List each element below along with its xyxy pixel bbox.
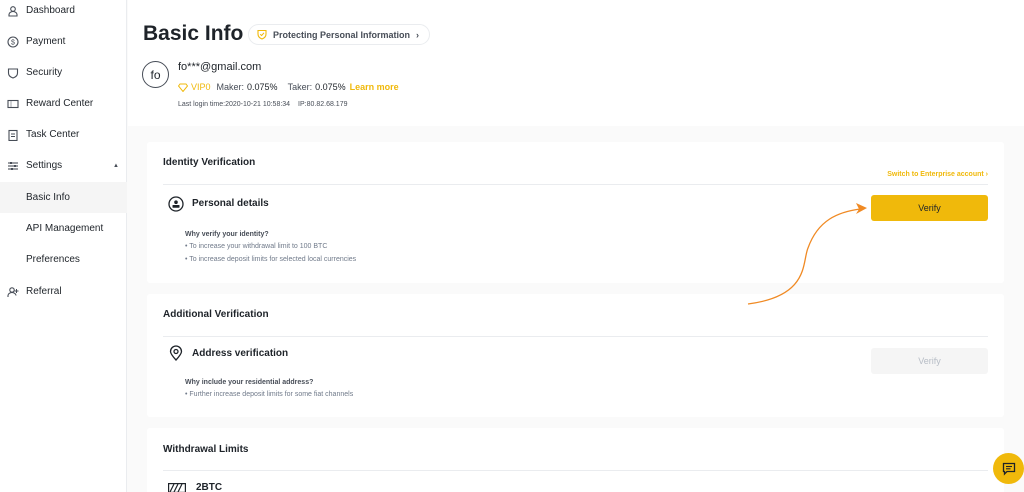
- sidebar-item-label: Preferences: [26, 254, 80, 265]
- switch-enterprise-link[interactable]: Switch to Enterprise account ›: [887, 171, 988, 178]
- sidebar-item-api-management[interactable]: API Management: [0, 213, 127, 244]
- verify-address-button[interactable]: Verify: [871, 348, 988, 374]
- withdrawal-limits-card: Withdrawal Limits 2BTC: [147, 428, 1004, 492]
- benefit-item: • To increase your withdrawal limit to 1…: [185, 243, 328, 250]
- benefit-item: • To increase deposit limits for selecte…: [185, 256, 357, 263]
- dollar-icon: $: [7, 35, 19, 48]
- ticket-icon: [7, 98, 19, 110]
- sidebar-item-referral[interactable]: Referral: [0, 276, 127, 307]
- divider: [163, 336, 988, 337]
- sidebar-item-preferences[interactable]: Preferences: [0, 244, 127, 275]
- personal-details-title: Personal details: [192, 198, 269, 209]
- sidebar-item-label: Task Center: [26, 129, 80, 140]
- sidebar-item-payment[interactable]: $ Payment: [0, 26, 127, 57]
- vip-level: VIP0: [191, 82, 211, 92]
- add-user-icon: [7, 286, 19, 298]
- shield-icon: [7, 67, 19, 79]
- id-card-icon: [168, 196, 184, 212]
- verify-identity-button[interactable]: Verify: [871, 195, 988, 221]
- additional-verification-card: Additional Verification Address verifica…: [147, 294, 1004, 417]
- sidebar-item-label: Payment: [26, 36, 66, 47]
- card-title: Additional Verification: [163, 309, 269, 320]
- chevron-right-icon: ›: [416, 29, 420, 40]
- limit-bar-icon: [168, 483, 186, 492]
- why-verify-heading: Why verify your identity?: [185, 231, 269, 238]
- sidebar-item-task-center[interactable]: Task Center: [0, 119, 127, 150]
- card-title: Withdrawal Limits: [163, 444, 249, 455]
- identity-verification-card: Identity Verification Switch to Enterpri…: [147, 142, 1004, 283]
- sidebar-item-label: Referral: [26, 286, 62, 297]
- chevron-up-icon: ▲: [113, 162, 119, 169]
- account-email: fo***@gmail.com: [178, 61, 262, 73]
- profile-header: Basic Info Protecting Personal Informati…: [128, 0, 1024, 126]
- sidebar-item-label: Settings: [26, 160, 63, 171]
- fee-info: VIP0 Maker: 0.075% Taker: 0.075% Learn m…: [178, 82, 399, 92]
- sidebar-item-label: API Management: [26, 223, 104, 234]
- protecting-info-label: Protecting Personal Information: [273, 29, 411, 40]
- sidebar-item-label: Reward Center: [26, 98, 94, 109]
- sidebar-item-settings[interactable]: Settings ▲: [0, 150, 127, 181]
- sidebar-item-label: Dashboard: [26, 5, 75, 16]
- sidebar-item-dashboard[interactable]: Dashboard: [0, 0, 127, 26]
- sliders-icon: [7, 160, 19, 172]
- sidebar-item-basic-info[interactable]: Basic Info: [0, 182, 127, 213]
- maker-fee: 0.075%: [247, 82, 278, 92]
- last-login-info: Last login time:2020-10-21 10:58:34 IP:8…: [178, 101, 347, 108]
- last-login-time: Last login time:2020-10-21 10:58:34: [178, 101, 291, 108]
- location-pin-icon: [169, 345, 183, 361]
- divider: [163, 184, 988, 185]
- shield-check-icon: [257, 29, 267, 40]
- withdrawal-limit-value: 2BTC: [196, 482, 223, 492]
- taker-fee: 0.075%: [315, 82, 346, 92]
- sidebar: Dashboard $ Payment Security Reward Cent…: [0, 0, 127, 492]
- clipboard-icon: [7, 129, 19, 141]
- learn-more-link[interactable]: Learn more: [350, 82, 399, 92]
- benefit-item: • Further increase deposit limits for so…: [185, 391, 354, 398]
- divider: [163, 470, 988, 471]
- vip-badge: VIP0: [178, 82, 211, 92]
- user-icon: [7, 5, 19, 17]
- sidebar-item-reward-center[interactable]: Reward Center: [0, 88, 127, 119]
- chat-icon: [1002, 462, 1015, 476]
- protecting-info-link[interactable]: Protecting Personal Information ›: [248, 24, 431, 45]
- sidebar-item-security[interactable]: Security: [0, 57, 127, 88]
- last-login-ip: IP:80.82.68.179: [298, 101, 348, 108]
- maker-label: Maker:: [216, 82, 245, 92]
- avatar: fo: [142, 61, 169, 88]
- taker-label: Taker:: [287, 82, 313, 92]
- support-chat-button[interactable]: [993, 453, 1024, 484]
- card-title: Identity Verification: [163, 157, 256, 168]
- diamond-icon: [178, 83, 188, 92]
- address-verification-title: Address verification: [192, 348, 289, 359]
- sidebar-item-label: Basic Info: [26, 192, 70, 203]
- svg-text:$: $: [11, 39, 15, 46]
- why-address-heading: Why include your residential address?: [185, 379, 314, 386]
- page-title: Basic Info: [143, 22, 244, 45]
- sidebar-item-label: Security: [26, 67, 63, 78]
